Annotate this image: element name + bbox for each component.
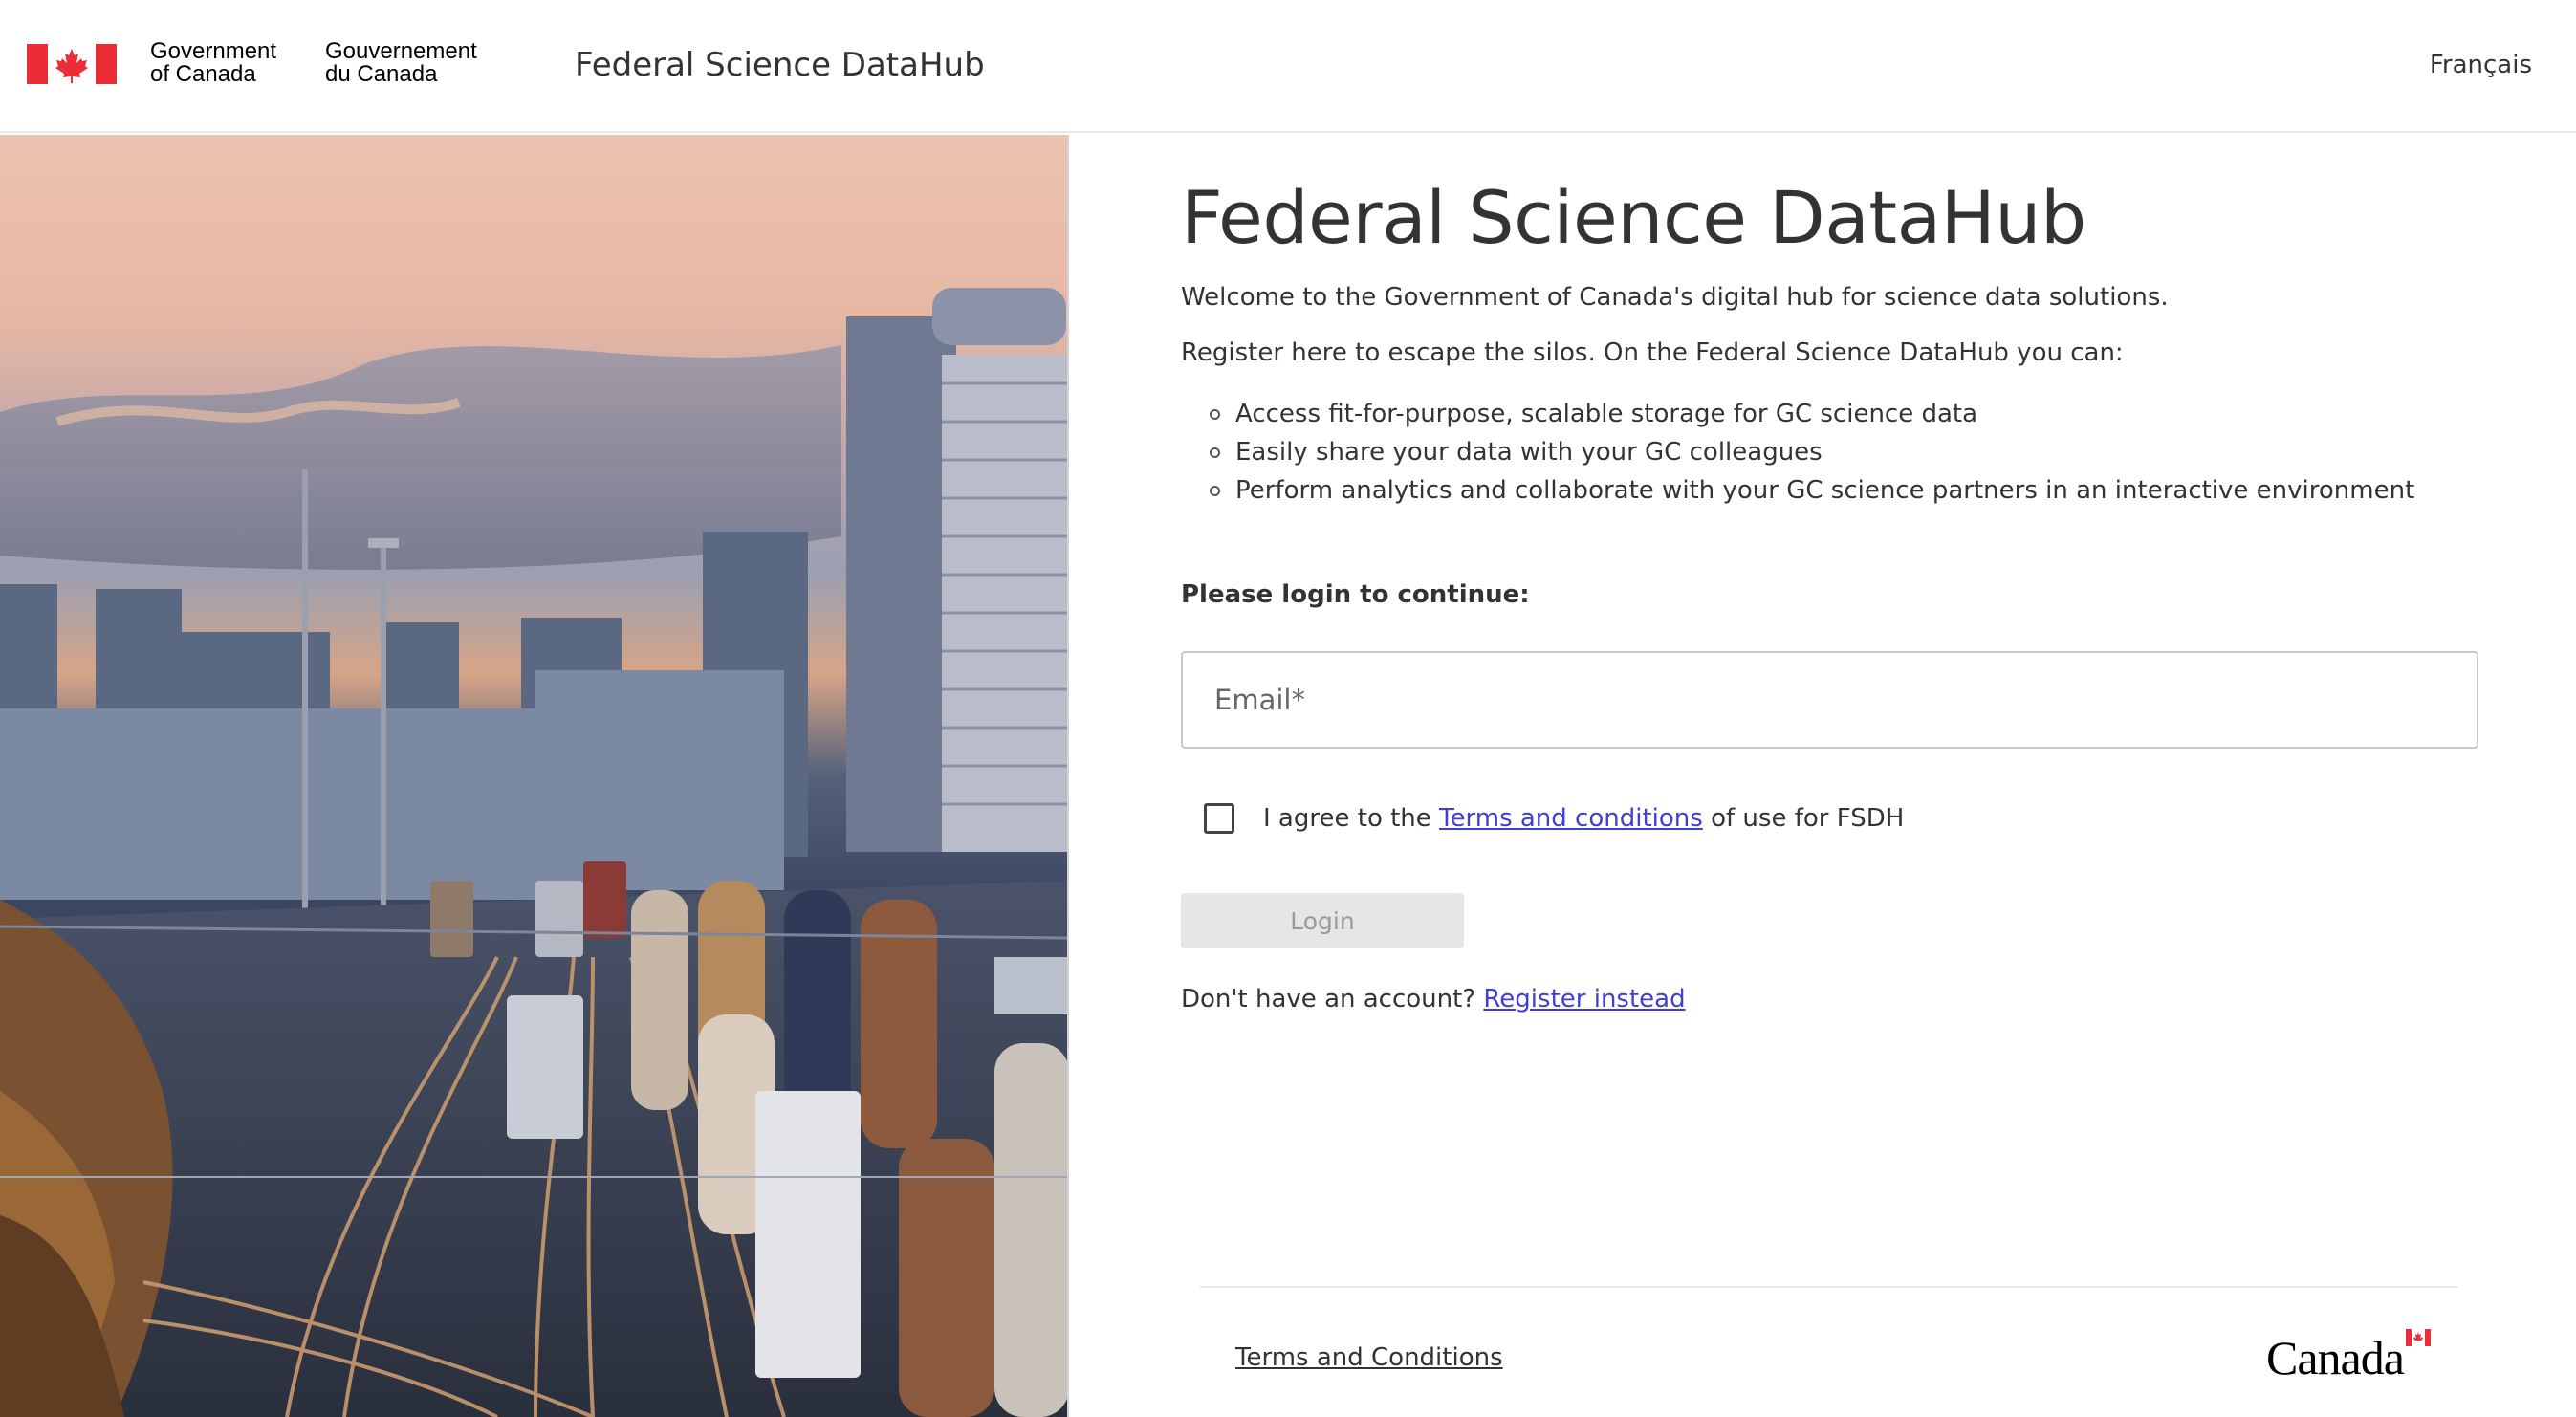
no-account-text: Don't have an account? <box>1181 985 1476 1014</box>
wordmark-flag-icon <box>2406 1329 2431 1346</box>
signature-fr-line1: Gouvernement <box>325 38 477 64</box>
wordmark-text: Canada <box>2266 1331 2405 1384</box>
hero-image-railyard <box>0 135 1069 1417</box>
list-item: Easily share your data with your GC coll… <box>1181 433 2414 471</box>
list-item: Perform analytics and collaborate with y… <box>1181 471 2414 510</box>
list-item: Access fit-for-purpose, scalable storage… <box>1181 395 2414 433</box>
site-header: Government of Canada Gouvernement du Can… <box>0 0 2576 133</box>
login-button[interactable]: Login <box>1181 893 1464 948</box>
government-signature-en: Government of Canada <box>150 40 276 86</box>
signature-fr-line2: du Canada <box>325 61 438 87</box>
canada-wordmark-logo: Canada <box>2266 1329 2438 1383</box>
bullet-circle-icon <box>1210 409 1220 420</box>
footer-terms-link[interactable]: Terms and Conditions <box>1235 1341 1503 1375</box>
canada-flag-icon <box>27 44 117 84</box>
terms-agreement-text: I agree to the Terms and conditions of u… <box>1263 801 1904 836</box>
register-intro-text: Register here to escape the silos. On th… <box>1181 338 2124 367</box>
agree-suffix: of use for FSDH <box>1711 804 1905 833</box>
email-field[interactable] <box>1181 651 2478 749</box>
register-prompt: Don't have an account? Register instead <box>1181 982 1686 1016</box>
terms-and-conditions-link[interactable]: Terms and conditions <box>1439 804 1703 833</box>
feature-text: Access fit-for-purpose, scalable storage… <box>1235 400 1978 428</box>
bullet-circle-icon <box>1210 486 1220 496</box>
signature-en-line1: Government <box>150 38 277 64</box>
feature-text: Easily share your data with your GC coll… <box>1235 438 1823 467</box>
welcome-text: Welcome to the Government of Canada's di… <box>1181 283 2169 312</box>
terms-checkbox[interactable] <box>1204 803 1234 834</box>
page-title: Federal Science DataHub <box>1181 175 2086 260</box>
feature-text: Perform analytics and collaborate with y… <box>1235 476 2415 505</box>
language-toggle-link[interactable]: Français <box>2430 48 2532 82</box>
features-list: Access fit-for-purpose, scalable storage… <box>1181 395 2414 510</box>
login-heading: Please login to continue: <box>1181 580 1530 609</box>
agree-prefix: I agree to the <box>1263 804 1431 833</box>
government-signature-fr: Gouvernement du Canada <box>325 40 477 86</box>
bullet-circle-icon <box>1210 447 1220 458</box>
register-link[interactable]: Register instead <box>1483 985 1685 1014</box>
railyard-cityscape-illustration <box>0 288 1067 1417</box>
signature-en-line2: of Canada <box>150 61 256 87</box>
footer-divider <box>1200 1286 2457 1288</box>
app-title: Federal Science DataHub <box>575 46 985 84</box>
